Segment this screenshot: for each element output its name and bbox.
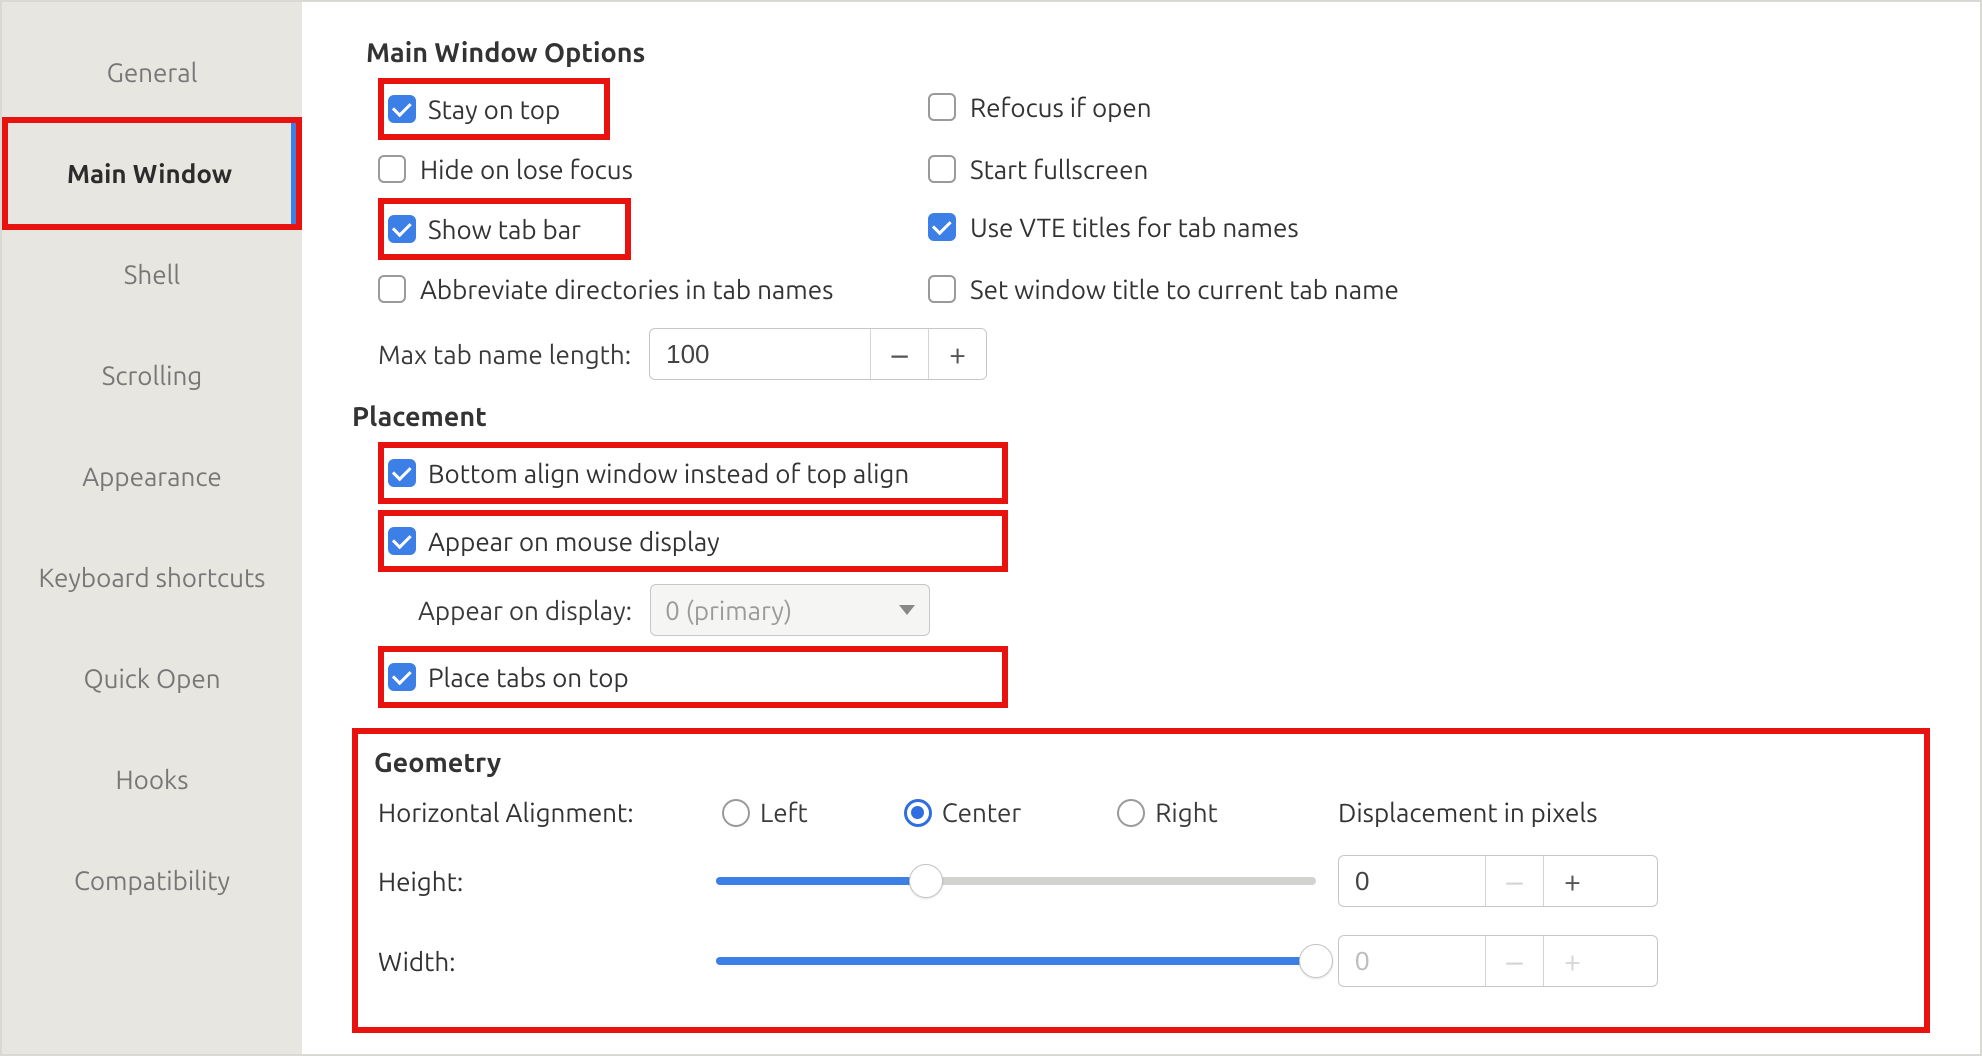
width-displacement-input (1339, 936, 1485, 986)
stay-on-top-row[interactable]: Stay on top (378, 78, 610, 140)
section-title-placement: Placement (352, 402, 1930, 432)
place-tabs-on-top-checkbox[interactable] (388, 663, 416, 691)
hide-on-lose-focus-checkbox[interactable] (378, 155, 406, 183)
max-tab-length-input[interactable] (650, 329, 870, 379)
sidebar-item-shell[interactable]: Shell (2, 224, 302, 325)
align-right-radio[interactable]: Right (1117, 798, 1218, 827)
sidebar-item-appearance[interactable]: Appearance (2, 426, 302, 527)
abbreviate-dirs-label: Abbreviate directories in tab names (420, 275, 833, 304)
use-vte-titles-label: Use VTE titles for tab names (970, 213, 1299, 242)
slider-thumb-icon[interactable] (1299, 944, 1333, 978)
start-fullscreen-checkbox[interactable] (928, 155, 956, 183)
sidebar: General Main Window Shell Scrolling Appe… (2, 2, 302, 1054)
sidebar-item-scrolling[interactable]: Scrolling (2, 325, 302, 426)
max-tab-length-decrement[interactable]: − (870, 329, 928, 379)
width-label: Width: (374, 947, 694, 976)
show-tab-bar-label: Show tab bar (428, 215, 581, 244)
appear-on-display-value: 0 (primary) (665, 596, 792, 625)
appear-mouse-display-row[interactable]: Appear on mouse display (378, 510, 1008, 572)
align-left-radio[interactable]: Left (722, 798, 808, 827)
set-window-title-label: Set window title to current tab name (970, 275, 1399, 304)
align-right-label: Right (1155, 798, 1218, 827)
main-window-options-grid: Stay on top Refocus if open Hide on lose… (352, 78, 1930, 318)
show-tab-bar-checkbox[interactable] (388, 215, 416, 243)
set-window-title-row[interactable]: Set window title to current tab name (922, 260, 1930, 318)
refocus-if-open-row[interactable]: Refocus if open (922, 78, 1930, 136)
max-tab-length-increment[interactable]: + (928, 329, 986, 379)
width-slider[interactable] (716, 946, 1316, 976)
horizontal-alignment-group: Left Center Right (716, 798, 1316, 827)
sidebar-item-hooks[interactable]: Hooks (2, 729, 302, 830)
align-left-label: Left (760, 798, 808, 827)
sidebar-item-main-window[interactable]: Main Window (8, 123, 296, 224)
set-window-title-checkbox[interactable] (928, 275, 956, 303)
hide-on-lose-focus-row[interactable]: Hide on lose focus (352, 140, 912, 198)
preferences-window: General Main Window Shell Scrolling Appe… (0, 0, 1982, 1056)
radio-icon (722, 799, 750, 827)
width-displacement-decrement: − (1485, 936, 1543, 986)
height-displacement-spinbox[interactable]: − + (1338, 855, 1658, 907)
use-vte-titles-row[interactable]: Use VTE titles for tab names (922, 198, 1930, 256)
geometry-section: Geometry Horizontal Alignment: Left Cent… (352, 728, 1930, 1033)
sidebar-item-keyboard-shortcuts[interactable]: Keyboard shortcuts (2, 527, 302, 628)
hide-on-lose-focus-label: Hide on lose focus (420, 155, 633, 184)
stay-on-top-label: Stay on top (428, 95, 560, 124)
abbreviate-dirs-row[interactable]: Abbreviate directories in tab names (352, 260, 912, 318)
horizontal-alignment-label: Horizontal Alignment: (374, 798, 694, 827)
radio-icon (1117, 799, 1145, 827)
sidebar-item-compatibility[interactable]: Compatibility (2, 830, 302, 931)
height-label: Height: (374, 867, 694, 896)
width-displacement-increment: + (1543, 936, 1601, 986)
height-displacement-input[interactable] (1339, 856, 1485, 906)
align-center-label: Center (942, 798, 1021, 827)
show-tab-bar-row[interactable]: Show tab bar (378, 198, 631, 260)
use-vte-titles-checkbox[interactable] (928, 213, 956, 241)
chevron-down-icon (899, 605, 915, 615)
bottom-align-checkbox[interactable] (388, 459, 416, 487)
max-tab-length-label: Max tab name length: (378, 340, 631, 369)
appear-mouse-display-label: Appear on mouse display (428, 527, 720, 556)
section-title-main-window-options: Main Window Options (352, 38, 1930, 68)
align-center-radio[interactable]: Center (904, 798, 1021, 827)
start-fullscreen-label: Start fullscreen (970, 155, 1148, 184)
abbreviate-dirs-checkbox[interactable] (378, 275, 406, 303)
displacement-header: Displacement in pixels (1338, 798, 1658, 827)
sidebar-item-general[interactable]: General (2, 22, 302, 123)
bottom-align-label: Bottom align window instead of top align (428, 459, 909, 488)
section-title-geometry: Geometry (374, 748, 1904, 778)
start-fullscreen-row[interactable]: Start fullscreen (922, 140, 1930, 198)
place-tabs-on-top-label: Place tabs on top (428, 663, 629, 692)
refocus-if-open-label: Refocus if open (970, 93, 1152, 122)
appear-mouse-display-checkbox[interactable] (388, 527, 416, 555)
sidebar-item-quick-open[interactable]: Quick Open (2, 628, 302, 729)
width-displacement-spinbox: − + (1338, 935, 1658, 987)
appear-on-display-dropdown[interactable]: 0 (primary) (650, 584, 930, 636)
slider-thumb-icon[interactable] (909, 864, 943, 898)
appear-on-display-label: Appear on display: (418, 596, 632, 625)
height-slider[interactable] (716, 866, 1316, 896)
bottom-align-row[interactable]: Bottom align window instead of top align (378, 442, 1008, 504)
stay-on-top-checkbox[interactable] (388, 95, 416, 123)
place-tabs-on-top-row[interactable]: Place tabs on top (378, 646, 1008, 708)
max-tab-length-spinbox[interactable]: − + (649, 328, 987, 380)
height-displacement-increment[interactable]: + (1543, 856, 1601, 906)
main-window-panel: Main Window Options Stay on top Refocus … (302, 2, 1980, 1054)
radio-icon (904, 799, 932, 827)
height-displacement-decrement[interactable]: − (1485, 856, 1543, 906)
refocus-if-open-checkbox[interactable] (928, 93, 956, 121)
